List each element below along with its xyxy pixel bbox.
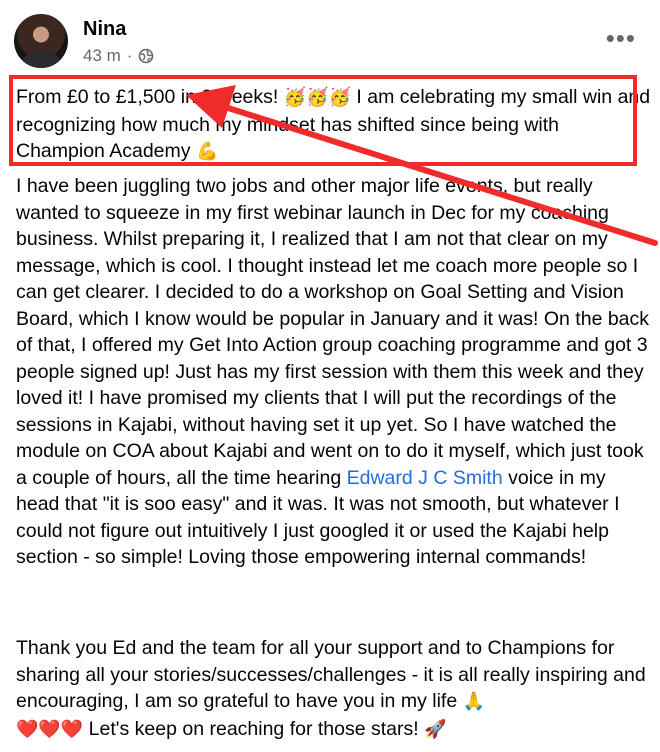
post-header: Nina 43 m · ••• [14,14,646,70]
avatar-figure [22,50,60,68]
more-options-icon[interactable]: ••• [606,25,636,51]
post-meta: 43 m · [83,46,154,66]
folded-hands-emoji: 🙏 [462,691,485,712]
mention-link[interactable]: Edward J C Smith [347,467,503,489]
annotation-highlight-box [9,75,637,166]
hearts-emoji: ❤️❤️❤️ [16,718,84,740]
globe-icon[interactable] [138,48,154,64]
post-time[interactable]: 43 m [83,46,121,66]
avatar[interactable] [14,14,68,68]
author-name[interactable]: Nina [83,18,126,41]
rocket-emoji: 🚀 [424,718,447,740]
post-closing-paragraph: Thank you Ed and the team for all your s… [16,637,646,740]
post-body-paragraph: I have been juggling two jobs and other … [16,175,650,568]
